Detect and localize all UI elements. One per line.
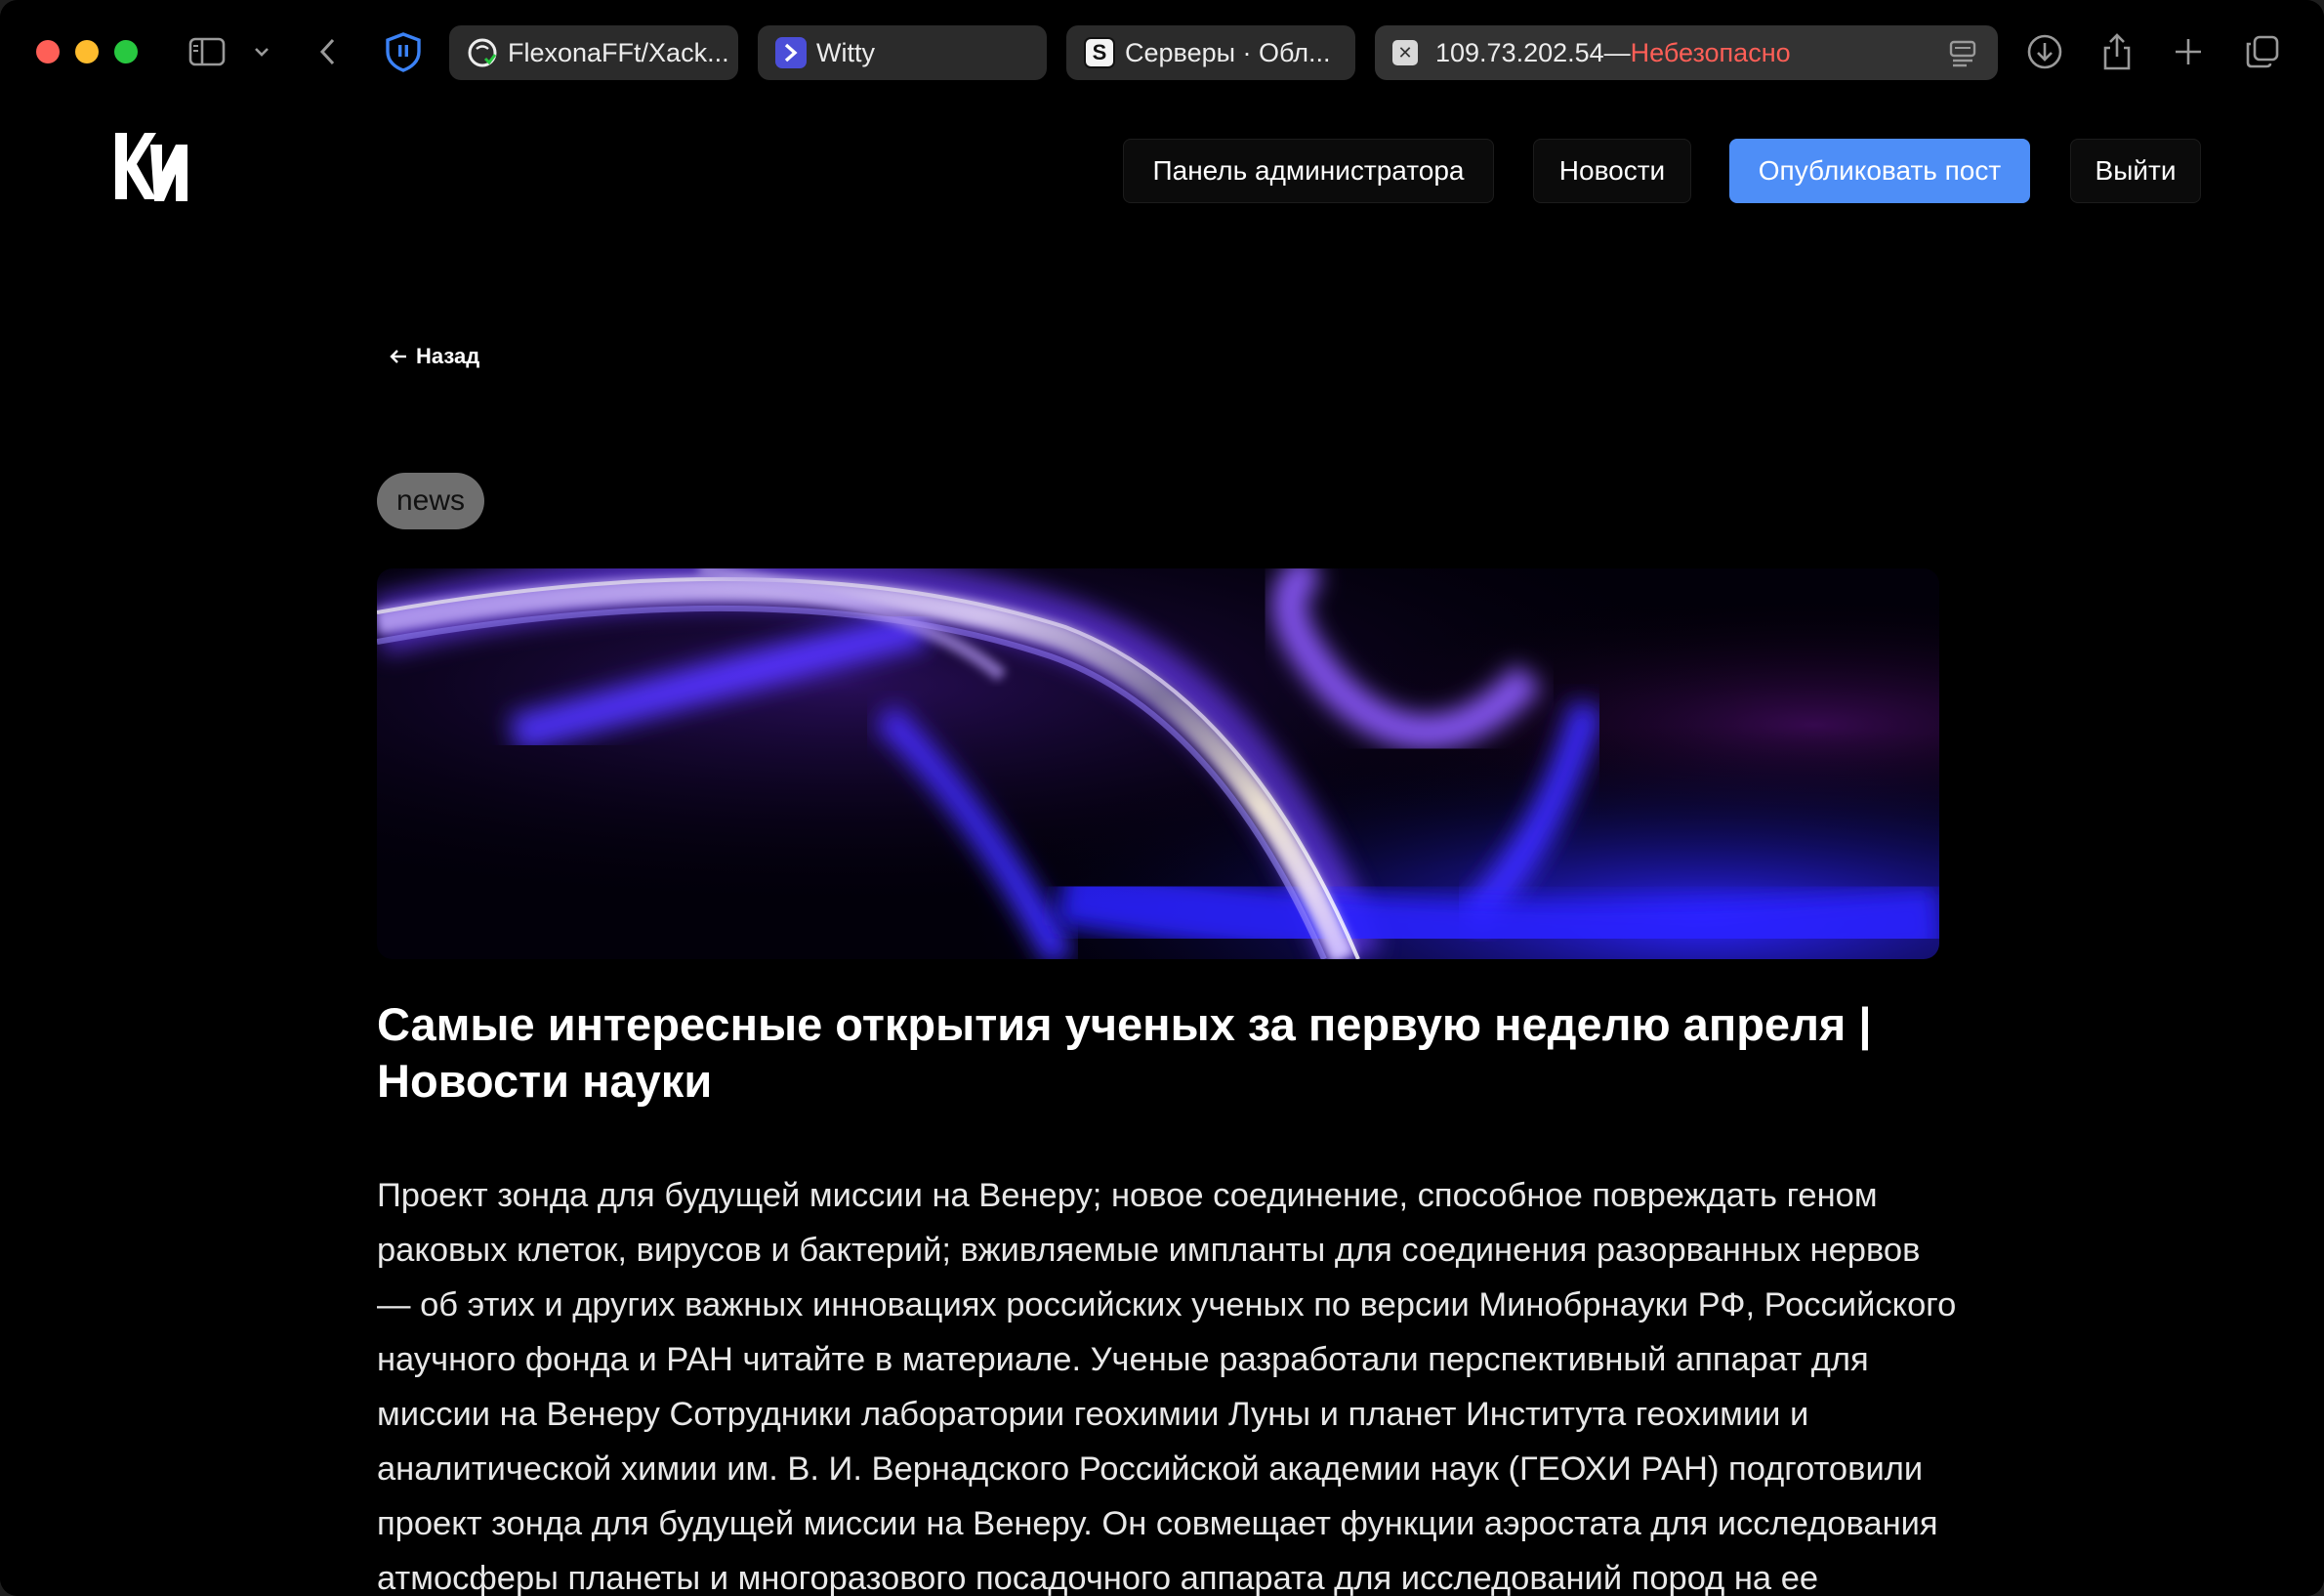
back-label: Назад [416, 344, 480, 368]
address-separator: — [1603, 37, 1631, 67]
tab-active-address[interactable]: ✕ 109.73.202.54 — Небезопасно [1375, 25, 1998, 80]
news-button[interactable]: Новости [1533, 139, 1691, 203]
address-text: 109.73.202.54 [1435, 37, 1604, 67]
tab-label: FlexonaFFt/Xack... [508, 37, 729, 67]
browser-window: FlexonaFFt/Xack... Witty S Серверы · Обл… [0, 0, 2324, 1596]
shield-icon[interactable] [383, 29, 424, 74]
article-body: Проект зонда для будущей миссии на Венер… [377, 1177, 1957, 1596]
browser-toolbar: FlexonaFFt/Xack... Witty S Серверы · Обл… [0, 0, 2324, 105]
tab-github[interactable]: FlexonaFFt/Xack... [449, 25, 738, 80]
insecure-label: Небезопасно [1630, 37, 1791, 67]
arrow-left-icon [390, 350, 406, 363]
close-window-button[interactable] [36, 40, 60, 63]
tab-overview-icon[interactable] [2244, 29, 2281, 74]
share-icon[interactable] [2099, 29, 2135, 74]
download-icon[interactable] [2025, 29, 2064, 74]
s-icon: S [1084, 37, 1115, 68]
site-logo[interactable] [111, 125, 195, 209]
tab-witty[interactable]: Witty [758, 25, 1047, 80]
witty-icon [775, 37, 807, 68]
reader-icon[interactable] [1949, 38, 1976, 74]
publish-post-button[interactable]: Опубликовать пост [1729, 139, 2030, 203]
hero-image [377, 568, 1939, 959]
admin-panel-button[interactable]: Панель администратора [1123, 139, 1494, 203]
logout-button[interactable]: Выйти [2070, 139, 2201, 203]
zoom-window-button[interactable] [114, 40, 138, 63]
chevron-down-icon[interactable] [252, 29, 271, 74]
new-tab-plus-icon[interactable] [2172, 29, 2205, 74]
back-arrow-icon[interactable] [314, 29, 340, 74]
tab-servers[interactable]: S Серверы · Обл... [1066, 25, 1355, 80]
close-icon[interactable]: ✕ [1392, 40, 1418, 65]
tab-label: Witty [816, 37, 875, 67]
article-title: Самые интересные открытия ученых за перв… [377, 998, 1872, 1107]
minimize-window-button[interactable] [75, 40, 99, 63]
sidebar-toggle-icon[interactable] [187, 29, 227, 74]
back-link[interactable]: Назад [389, 344, 479, 369]
category-tag[interactable]: news [377, 473, 484, 529]
github-icon [467, 37, 498, 68]
web-page: Панель администратора Новости Опубликова… [0, 105, 2324, 1596]
tab-label: Серверы · Обл... [1125, 37, 1331, 67]
